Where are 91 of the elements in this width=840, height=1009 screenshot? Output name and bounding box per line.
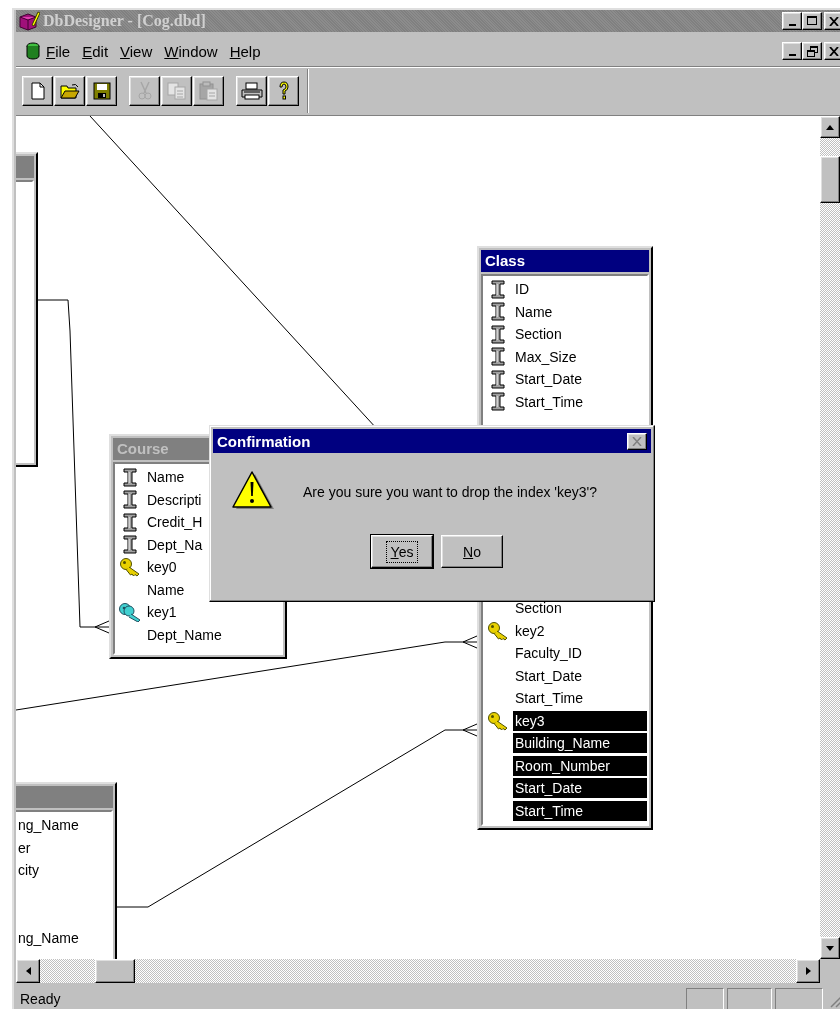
menu-item[interactable]: File — [40, 40, 77, 62]
field-name[interactable]: key2 — [513, 620, 647, 641]
field-name[interactable]: key3 — [513, 710, 647, 731]
arrow-down-icon — [826, 945, 834, 951]
arrow-up-icon — [826, 124, 834, 130]
scroll-up-button[interactable] — [820, 116, 840, 138]
database-icon[interactable] — [26, 42, 40, 60]
close-icon — [829, 16, 839, 26]
minimize-icon — [788, 23, 796, 26]
scroll-down-button[interactable] — [820, 937, 840, 959]
field-name[interactable]: Start_Time — [513, 391, 647, 412]
minimize-icon — [788, 53, 796, 56]
field-name[interactable]: Section — [513, 598, 647, 619]
new-button[interactable] — [22, 76, 53, 106]
column-icon — [491, 347, 505, 367]
field-name[interactable]: Start_Date — [513, 778, 647, 799]
scroll-thumb[interactable] — [820, 156, 840, 203]
column-icon — [123, 535, 137, 555]
field-name[interactable]: ng_Name — [16, 815, 111, 836]
menu-item[interactable]: Window — [158, 40, 224, 62]
column-icon — [491, 279, 505, 299]
column-icon — [491, 302, 505, 322]
column-icon — [123, 467, 137, 487]
field-name[interactable]: Section — [513, 324, 647, 345]
scissors-icon — [137, 81, 152, 101]
minimize-button[interactable] — [782, 42, 802, 60]
status-panel — [775, 987, 823, 1009]
scroll-right-button[interactable] — [796, 959, 820, 983]
close-icon — [829, 46, 839, 56]
maximize-button[interactable] — [802, 12, 822, 30]
field-name[interactable]: key1 — [145, 602, 281, 623]
column-icon — [123, 490, 137, 510]
app-icon[interactable] — [18, 11, 40, 31]
menu-item[interactable]: View — [114, 40, 159, 62]
close-button[interactable] — [627, 432, 647, 450]
clipboard-icon — [198, 81, 219, 101]
status-text: Ready — [20, 990, 61, 1007]
field-name[interactable]: ng_Name — [16, 927, 111, 948]
field-name[interactable]: Dept_Name — [145, 624, 281, 645]
scroll-left-button[interactable] — [16, 959, 40, 983]
column-icon — [491, 369, 505, 389]
status-panel — [686, 987, 724, 1009]
key-icon — [487, 620, 509, 641]
menu-item[interactable]: Help — [223, 40, 267, 62]
table-box[interactable]: ng_Name er city ng_Name — [16, 782, 117, 959]
field-name[interactable]: Building_Name — [513, 733, 647, 754]
field-name[interactable]: city — [16, 860, 111, 881]
help-button[interactable] — [268, 76, 299, 106]
maximize-icon — [806, 16, 818, 26]
field-name[interactable]: Room_Number — [513, 755, 647, 776]
printer-icon — [240, 82, 263, 100]
save-button[interactable] — [86, 76, 117, 106]
dialog-message: Are you sure you want to drop the index 'key3'? — [303, 484, 598, 500]
restore-button[interactable] — [802, 42, 822, 60]
question-mark-icon — [277, 81, 290, 101]
close-button[interactable] — [824, 42, 840, 60]
field-name[interactable]: Start_Date — [513, 665, 647, 686]
column-icon — [123, 512, 137, 532]
window-title: DbDesigner - [Cog.dbd] — [43, 12, 206, 30]
close-icon — [632, 436, 642, 446]
key-icon — [119, 557, 141, 578]
table-title: Class — [481, 250, 649, 272]
horizontal-scrollbar[interactable] — [16, 959, 820, 983]
field-name[interactable]: Name — [513, 301, 647, 322]
column-icon — [491, 392, 505, 412]
print-button[interactable] — [236, 76, 267, 106]
status-panel — [727, 987, 772, 1009]
field-name[interactable]: er — [16, 837, 111, 858]
scroll-thumb[interactable] — [95, 959, 135, 983]
field-name[interactable]: Start_Time — [513, 800, 647, 821]
keys-icon — [118, 602, 142, 623]
column-icon — [491, 324, 505, 344]
arrow-right-icon — [805, 967, 811, 975]
restore-icon — [806, 45, 818, 57]
open-button[interactable] — [54, 76, 85, 106]
field-name[interactable]: ID — [513, 279, 647, 300]
field-name[interactable]: Start_Time — [513, 688, 647, 709]
close-button[interactable] — [824, 12, 840, 30]
copy-icon — [166, 82, 187, 100]
key-icon — [487, 710, 509, 731]
field-name[interactable]: Faculty_ID — [513, 643, 647, 664]
vertical-scrollbar[interactable] — [820, 116, 840, 959]
arrow-left-icon — [25, 967, 31, 975]
field-name[interactable]: Max_Size — [513, 346, 647, 367]
dialog-button[interactable]: No — [441, 535, 503, 568]
dialog-button[interactable]: Yes — [371, 535, 433, 568]
folder-icon — [59, 83, 80, 99]
page-icon — [29, 82, 46, 100]
minimize-button[interactable] — [782, 12, 802, 30]
menu-item[interactable]: Edit — [76, 40, 115, 62]
field-name[interactable]: Start_Date — [513, 369, 647, 390]
